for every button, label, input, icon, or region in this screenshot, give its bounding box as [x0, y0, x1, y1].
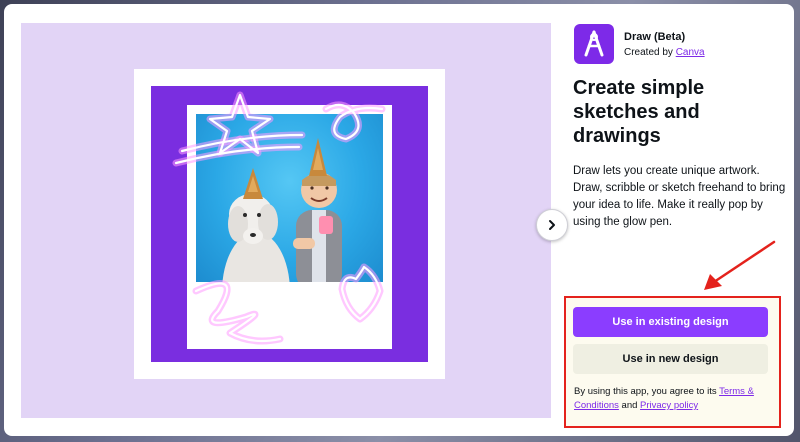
app-name: Draw (Beta)	[624, 31, 686, 43]
app-title: Create simple sketches and drawings	[573, 77, 705, 147]
app-preview	[21, 23, 551, 418]
annotation-arrow-icon	[704, 240, 776, 290]
draw-app-icon	[574, 24, 614, 64]
preview-frame	[134, 69, 445, 379]
next-slide-button[interactable]	[536, 209, 568, 241]
app-creator: Created by Canva	[624, 47, 705, 58]
use-in-new-design-button[interactable]: Use in new design	[573, 344, 768, 374]
preview-card	[151, 86, 428, 362]
creator-prefix: Created by	[624, 47, 673, 58]
chevron-right-icon	[549, 220, 555, 230]
privacy-policy-link[interactable]: Privacy policy	[640, 400, 698, 411]
app-description: Draw lets you create unique artwork. Dra…	[573, 165, 786, 228]
use-in-existing-design-button[interactable]: Use in existing design	[573, 307, 768, 337]
terms-notice: By using this app, you agree to its Term…	[574, 385, 770, 413]
app-modal: Draw (Beta) Created by Canva Create simp…	[4, 4, 794, 436]
terms-prefix: By using this app, you agree to its	[574, 386, 717, 397]
terms-and: and	[621, 400, 638, 411]
preview-photo	[196, 114, 383, 282]
creator-link[interactable]: Canva	[676, 47, 705, 58]
polaroid-photo	[187, 105, 392, 349]
